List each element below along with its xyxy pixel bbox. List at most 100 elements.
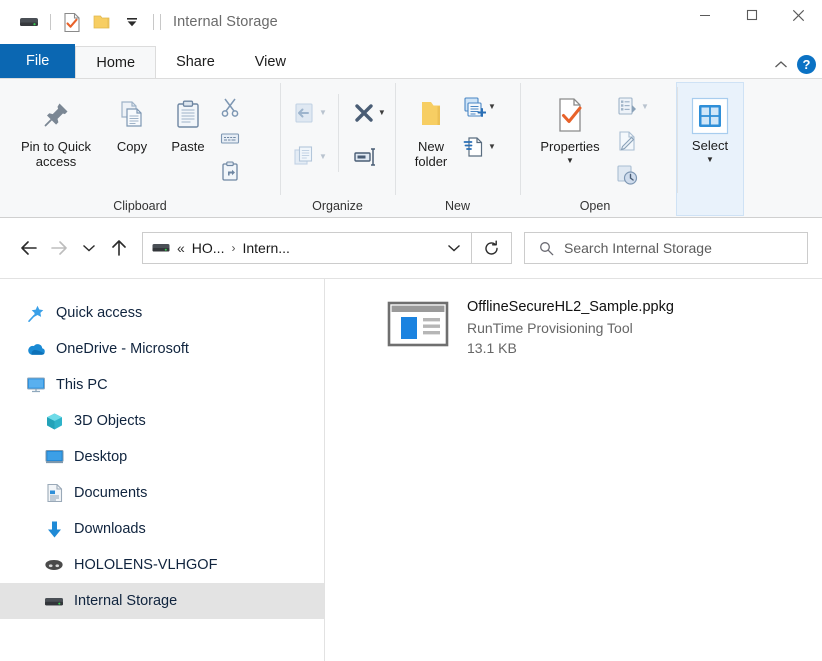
delete-button[interactable]: ▼ [349, 98, 389, 128]
new-item-button[interactable]: ▼ [459, 92, 499, 122]
paste-label: Paste [171, 139, 205, 154]
sidebar-item-onedrive[interactable]: OneDrive - Microsoft [0, 331, 324, 367]
properties-button[interactable]: Properties ▼ [528, 88, 612, 169]
move-to-button[interactable]: ▼ [288, 98, 330, 128]
rename-button[interactable] [349, 142, 389, 172]
onedrive-cloud-icon [26, 339, 46, 359]
back-arrow-icon[interactable] [14, 233, 44, 263]
desktop-icon [44, 447, 64, 467]
qat-separator-2 [153, 14, 154, 30]
navigation-pane: Quick access OneDrive - Microsoft This P… [0, 279, 325, 661]
tab-home[interactable]: Home [75, 46, 157, 78]
new-folder-button[interactable]: New folder [403, 88, 459, 173]
recent-locations-icon[interactable] [74, 233, 104, 263]
sidebar-item-label: HOLOLENS-VLHGOF [74, 557, 218, 573]
breadcrumb-separator-0[interactable]: › [231, 241, 235, 255]
tab-file[interactable]: File [0, 44, 76, 78]
copy-to-button[interactable]: ▼ [288, 142, 330, 172]
tab-share[interactable]: Share [156, 46, 235, 78]
breadcrumb-drive-icon [152, 242, 170, 254]
history-button[interactable] [612, 160, 652, 190]
window-controls [681, 0, 822, 30]
sidebar-item-downloads[interactable]: Downloads [0, 511, 324, 547]
copy-path-button[interactable] [216, 124, 244, 154]
qat-separator-3 [160, 14, 161, 30]
copy-to-caret-icon[interactable]: ▼ [319, 153, 327, 161]
sidebar-item-3d-objects[interactable]: 3D Objects [0, 403, 324, 439]
ribbon-group-label-organize: Organize [312, 199, 363, 213]
select-grid-icon [690, 95, 730, 137]
file-explorer-window: Internal Storage File Home Share View ? [0, 0, 822, 661]
pin-to-quick-access-button[interactable]: Pin to Quick access [8, 88, 104, 173]
move-to-caret-icon[interactable]: ▼ [319, 109, 327, 117]
easy-access-button[interactable]: ▼ [459, 132, 499, 162]
up-arrow-icon[interactable] [104, 233, 134, 263]
delete-caret-icon[interactable]: ▼ [378, 109, 386, 117]
copy-button[interactable]: Copy [104, 88, 160, 159]
address-bar: « HO... › Intern... Search Internal Stor… [0, 218, 822, 278]
file-name[interactable]: OfflineSecureHL2_Sample.ppkg [467, 297, 674, 318]
list-item[interactable]: OfflineSecureHL2_Sample.ppkg RunTime Pro… [387, 297, 822, 358]
open-small-buttons: ▼ [612, 88, 652, 190]
qat-separator-1 [50, 14, 51, 30]
open-button[interactable]: ▼ [612, 92, 652, 122]
copy-label: Copy [116, 139, 148, 154]
organize-left-buttons: ▼ ▼ [288, 94, 330, 172]
paste-button[interactable]: Paste [160, 88, 216, 159]
ribbon-group-clipboard: Pin to Quick access Copy Paste Clipboard [0, 79, 280, 217]
drive-icon[interactable] [14, 8, 44, 36]
search-input[interactable]: Search Internal Storage [524, 232, 808, 264]
sidebar-item-hololens[interactable]: HOLOLENS-VLHGOF [0, 547, 324, 583]
sidebar-item-this-pc[interactable]: This PC [0, 367, 324, 403]
sidebar-item-label: Quick access [56, 305, 143, 321]
quick-access-toolbar: Internal Storage [0, 8, 278, 36]
help-icon[interactable]: ? [797, 55, 816, 74]
maximize-icon[interactable] [728, 0, 775, 30]
new-folder-icon[interactable] [87, 8, 117, 36]
edit-button[interactable] [612, 126, 652, 156]
properties-label: Properties [540, 139, 600, 154]
paste-shortcut-button[interactable] [216, 156, 244, 186]
select-caret-icon[interactable]: ▼ [706, 155, 714, 164]
download-arrow-icon [44, 519, 64, 539]
breadcrumb-item-0[interactable]: HO... [192, 240, 225, 256]
sidebar-item-desktop[interactable]: Desktop [0, 439, 324, 475]
properties-caret-icon[interactable]: ▼ [566, 156, 574, 165]
breadcrumb-overflow-icon[interactable]: « [177, 240, 185, 256]
ribbon-group-label-select [677, 211, 743, 215]
chevron-up-icon[interactable] [774, 58, 788, 72]
sidebar-item-label: This PC [56, 377, 108, 393]
open-caret-icon[interactable]: ▼ [641, 103, 649, 111]
breadcrumb[interactable]: « HO... › Intern... [142, 232, 472, 264]
sidebar-item-internal-storage[interactable]: Internal Storage [0, 583, 324, 619]
content-area: Quick access OneDrive - Microsoft This P… [0, 278, 822, 661]
sidebar-item-label: Downloads [74, 521, 146, 537]
close-icon[interactable] [775, 0, 822, 30]
minimize-icon[interactable] [681, 0, 728, 30]
new-folder-label: New folder [414, 139, 448, 169]
search-placeholder: Search Internal Storage [564, 240, 712, 256]
properties-icon[interactable] [57, 8, 87, 36]
file-size: 13.1 KB [467, 339, 517, 356]
select-button[interactable]: Select ▼ [682, 95, 738, 168]
hololens-icon [44, 555, 64, 575]
ribbon-group-new: New folder ▼ ▼ New [395, 79, 520, 217]
customize-dropdown-icon[interactable] [117, 8, 147, 36]
sidebar-item-label: 3D Objects [74, 413, 146, 429]
forward-arrow-icon [44, 233, 74, 263]
breadcrumb-item-1[interactable]: Intern... [242, 240, 289, 256]
refresh-icon[interactable] [472, 232, 512, 264]
easy-access-caret-icon[interactable]: ▼ [488, 143, 496, 151]
pin-icon [39, 92, 73, 138]
chevron-down-icon[interactable] [437, 243, 471, 253]
new-item-caret-icon[interactable]: ▼ [488, 103, 496, 111]
sidebar-item-quick-access[interactable]: Quick access [0, 295, 324, 331]
cut-button[interactable] [216, 92, 244, 122]
tab-view[interactable]: View [235, 46, 306, 78]
sidebar-item-documents[interactable]: Documents [0, 475, 324, 511]
ribbon-group-label-clipboard: Clipboard [113, 199, 167, 213]
file-list-pane[interactable]: OfflineSecureHL2_Sample.ppkg RunTime Pro… [325, 279, 822, 661]
properties-icon [553, 92, 587, 138]
new-small-buttons: ▼ ▼ [459, 88, 499, 162]
sidebar-item-label: Internal Storage [74, 593, 178, 609]
